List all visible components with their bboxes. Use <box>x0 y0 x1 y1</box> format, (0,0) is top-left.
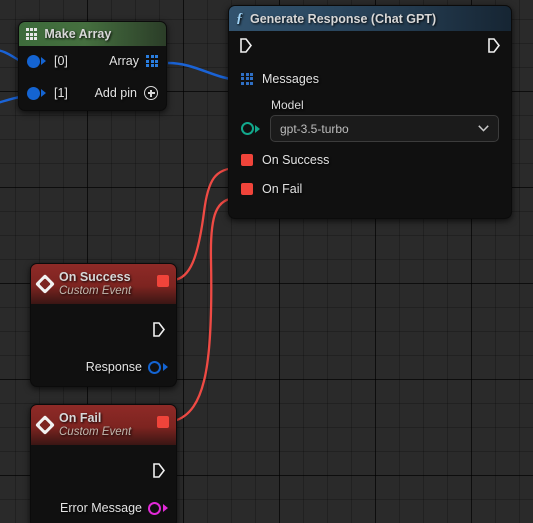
array-grid-icon <box>26 28 38 40</box>
array-pin-icon[interactable] <box>146 55 158 67</box>
function-icon: ƒ <box>236 10 243 26</box>
text-pin-icon[interactable] <box>148 501 161 515</box>
exec-in-pin[interactable] <box>240 38 253 58</box>
chevron-down-icon <box>478 125 489 132</box>
delegate-pin-icon[interactable] <box>157 416 169 428</box>
pin-label-on-success: On Success <box>262 153 330 167</box>
pin-label-messages: Messages <box>262 71 319 86</box>
event-diamond-icon <box>35 415 55 435</box>
pin-row-on-fail[interactable]: On Fail <box>229 174 511 204</box>
node-body: Error Message <box>31 445 176 523</box>
node-title: On Success <box>59 270 131 285</box>
exec-out-row <box>31 304 176 348</box>
property-label-model: Model <box>271 98 304 112</box>
pin-arrow-icon <box>163 504 168 512</box>
exec-out-row <box>31 445 176 489</box>
node-body: [0] Array [1] Add pin <box>19 46 166 110</box>
pin-row-input-0[interactable]: [0] Array <box>19 46 166 76</box>
model-dropdown-value: gpt-3.5-turbo <box>280 121 349 136</box>
pin-label-input-1: [1] <box>54 86 68 100</box>
add-pin-label[interactable]: Add pin <box>95 86 137 100</box>
node-on-fail[interactable]: On Fail Custom Event Error Message <box>30 404 177 523</box>
node-title: Generate Response (Chat GPT) <box>250 11 437 26</box>
node-title: Make Array <box>44 27 112 41</box>
pin-arrow-icon <box>41 89 46 97</box>
node-title: On Fail <box>59 411 102 426</box>
pin-label-on-fail: On Fail <box>262 182 303 196</box>
exec-out-pin[interactable] <box>153 463 166 483</box>
property-model: Model gpt-3.5-turbo <box>229 92 511 146</box>
pin-label-input-0: [0] <box>54 54 68 68</box>
delegate-pin-icon[interactable] <box>157 275 169 287</box>
node-body: Response <box>31 304 176 386</box>
pin-row-messages[interactable]: Messages <box>229 65 511 92</box>
pin-arrow-icon <box>255 124 260 133</box>
model-dropdown[interactable]: gpt-3.5-turbo <box>270 115 499 142</box>
array-pin-icon[interactable] <box>241 72 253 85</box>
pin-row-error-message[interactable]: Error Message <box>31 489 176 523</box>
string-pin-icon[interactable] <box>241 122 254 135</box>
exec-pin-row <box>229 31 511 65</box>
node-subtitle: Custom Event <box>59 284 132 297</box>
node-header[interactable]: ƒ Generate Response (Chat GPT) <box>229 6 511 31</box>
node-on-success[interactable]: On Success Custom Event Response <box>30 263 177 387</box>
pin-row-on-success[interactable]: On Success <box>229 146 511 174</box>
delegate-pin-icon[interactable] <box>241 183 253 195</box>
delegate-pin-icon[interactable] <box>241 154 253 166</box>
pin-arrow-icon <box>41 57 46 65</box>
node-make-array[interactable]: Make Array [0] Array [1] Add pin <box>18 21 167 111</box>
pin-label-response: Response <box>85 360 142 374</box>
exec-out-pin[interactable] <box>153 322 166 342</box>
node-header[interactable]: Make Array <box>19 22 166 46</box>
node-generate-response[interactable]: ƒ Generate Response (Chat GPT) Messages <box>228 5 512 219</box>
pin-row-input-1[interactable]: [1] Add pin <box>19 76 166 110</box>
node-header[interactable]: On Success Custom Event <box>31 264 176 304</box>
node-body: Messages Model gpt-3.5-turbo On Success … <box>229 31 511 218</box>
pin-label-array-output: Array <box>109 54 139 68</box>
wildcard-pin-icon[interactable] <box>27 86 40 100</box>
object-pin-icon[interactable] <box>148 360 161 374</box>
pin-row-response[interactable]: Response <box>31 348 176 386</box>
node-header[interactable]: On Fail Custom Event <box>31 405 176 445</box>
wildcard-pin-icon[interactable] <box>27 54 40 68</box>
pin-label-error-message: Error Message <box>60 501 142 515</box>
blueprint-graph-canvas[interactable]: Make Array [0] Array [1] Add pin ƒ Gener… <box>0 0 533 523</box>
node-subtitle: Custom Event <box>59 425 132 438</box>
pin-arrow-icon <box>163 363 168 371</box>
add-pin-icon[interactable] <box>144 86 158 100</box>
event-diamond-icon <box>35 274 55 294</box>
exec-out-pin[interactable] <box>488 38 501 58</box>
